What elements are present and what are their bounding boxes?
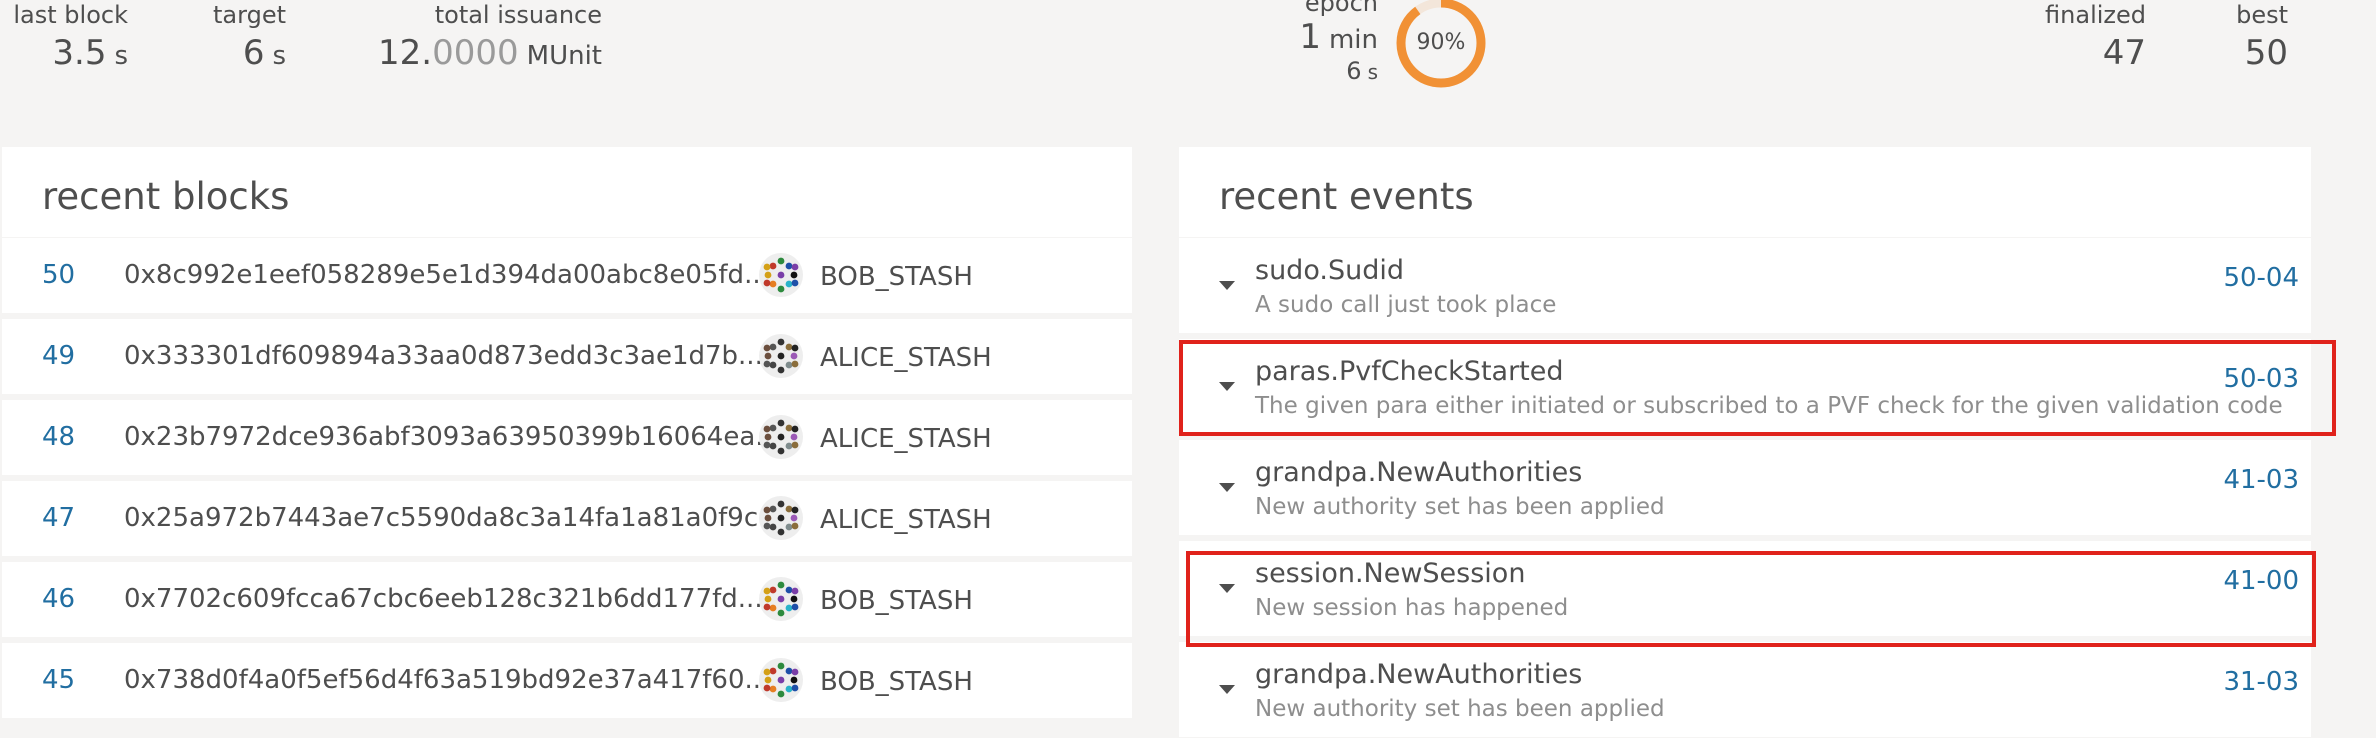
stat-finalized: finalized 47 [2045,0,2146,74]
event-description: New authority set has been applied [1255,494,1665,520]
stat-value: 6s [242,33,286,73]
block-author[interactable]: ALICE_STASH [820,505,992,535]
event-index-link[interactable]: 41-03 [2223,465,2299,495]
event-title: grandpa.NewAuthorities [1255,659,1583,690]
block-row[interactable]: 47 0x25a972b7443ae7c5590da8c3a14fa1a81a0f… [2,481,1132,556]
block-hash: 0x333301df609894a33aa0d873edd3c3ae1d7b..… [124,341,763,371]
stat-label: target [213,1,286,29]
author-identicon[interactable] [759,496,803,540]
block-author[interactable]: BOB_STASH [820,586,973,616]
recent-blocks-title: recent blocks [42,175,290,218]
block-hash: 0x738d0f4a0f5ef56d4f63a519bd92e37a417f60… [124,665,770,695]
stat-value: 47 [2102,33,2146,73]
block-author[interactable]: ALICE_STASH [820,343,992,373]
stat-label: finalized [2045,1,2146,29]
stat-label: last block [13,1,128,29]
recent-events-title: recent events [1219,175,1474,218]
block-row[interactable]: 48 0x23b7972dce936abf3093a63950399b16064e… [2,400,1132,475]
stat-value: 50 [2244,33,2288,73]
block-number-link[interactable]: 47 [42,503,75,533]
block-number-link[interactable]: 49 [42,341,75,371]
block-hash: 0x25a972b7443ae7c5590da8c3a14fa1a81a0f9c… [124,503,783,533]
event-index-link[interactable]: 50-04 [2223,263,2299,293]
block-hash: 0x7702c609fcca67cbc6eeb128c321b6dd177fd.… [124,584,763,614]
block-author[interactable]: ALICE_STASH [820,424,992,454]
recent-events-header: recent events [1179,147,2311,237]
block-hash: 0x23b7972dce936abf3093a63950399b16064ea.… [124,422,781,452]
author-identicon[interactable] [759,415,803,459]
author-identicon[interactable] [759,253,803,297]
highlight-box [1179,340,2336,436]
stat-value: 1 min [1299,17,1378,57]
stat-epoch: epoch 1 min 6s [1299,0,1378,85]
expand-caret-icon[interactable] [1219,483,1235,492]
stat-value: 12.0000 MUnit [378,33,602,73]
event-index-link[interactable]: 31-03 [2223,667,2299,697]
recent-blocks-header: recent blocks [2,147,1132,237]
block-row[interactable]: 45 0x738d0f4a0f5ef56d4f63a519bd92e37a417f… [2,643,1132,718]
expand-caret-icon[interactable] [1219,685,1235,694]
stat-target: target 6s [213,0,286,77]
block-author[interactable]: BOB_STASH [820,262,973,292]
block-hash: 0x8c992e1eef058289e5e1d394da00abc8e05fd.… [124,260,769,290]
epoch-progress-ring: 90% [1395,0,1487,89]
block-number-link[interactable]: 48 [42,422,75,452]
highlight-box [1186,551,2316,647]
stat-total-issuance: total issuance 12.0000 MUnit [378,0,602,77]
block-number-link[interactable]: 46 [42,584,75,614]
stat-best: best 50 [2236,0,2288,74]
event-title: sudo.Sudid [1255,255,1404,286]
block-number-link[interactable]: 45 [42,665,75,695]
event-row[interactable]: grandpa.NewAuthorities New authority set … [1179,642,2311,737]
author-identicon[interactable] [759,334,803,378]
stat-last-block: last block 3.5 s [13,0,128,77]
block-number-link[interactable]: 50 [42,260,75,290]
event-description: New authority set has been applied [1255,696,1665,722]
author-identicon[interactable] [759,658,803,702]
event-title: grandpa.NewAuthorities [1255,457,1583,488]
stat-label: total issuance [434,1,602,29]
block-row[interactable]: 49 0x333301df609894a33aa0d873edd3c3ae1d7b… [2,319,1132,394]
stat-label: best [2236,1,2288,29]
block-author[interactable]: BOB_STASH [820,667,973,697]
expand-caret-icon[interactable] [1219,281,1235,290]
event-row[interactable]: sudo.Sudid A sudo call just took place 50-… [1179,238,2311,333]
stat-value: 3.5 s [52,33,128,73]
epoch-progress-label: 90% [1416,30,1466,55]
event-row[interactable]: grandpa.NewAuthorities New authority set … [1179,440,2311,535]
event-description: A sudo call just took place [1255,292,1557,318]
author-identicon[interactable] [759,577,803,621]
block-row[interactable]: 50 0x8c992e1eef058289e5e1d394da00abc8e05f… [2,238,1132,313]
stat-sub-value: 6s [1346,57,1378,85]
block-row[interactable]: 46 0x7702c609fcca67cbc6eeb128c321b6dd177f… [2,562,1132,637]
